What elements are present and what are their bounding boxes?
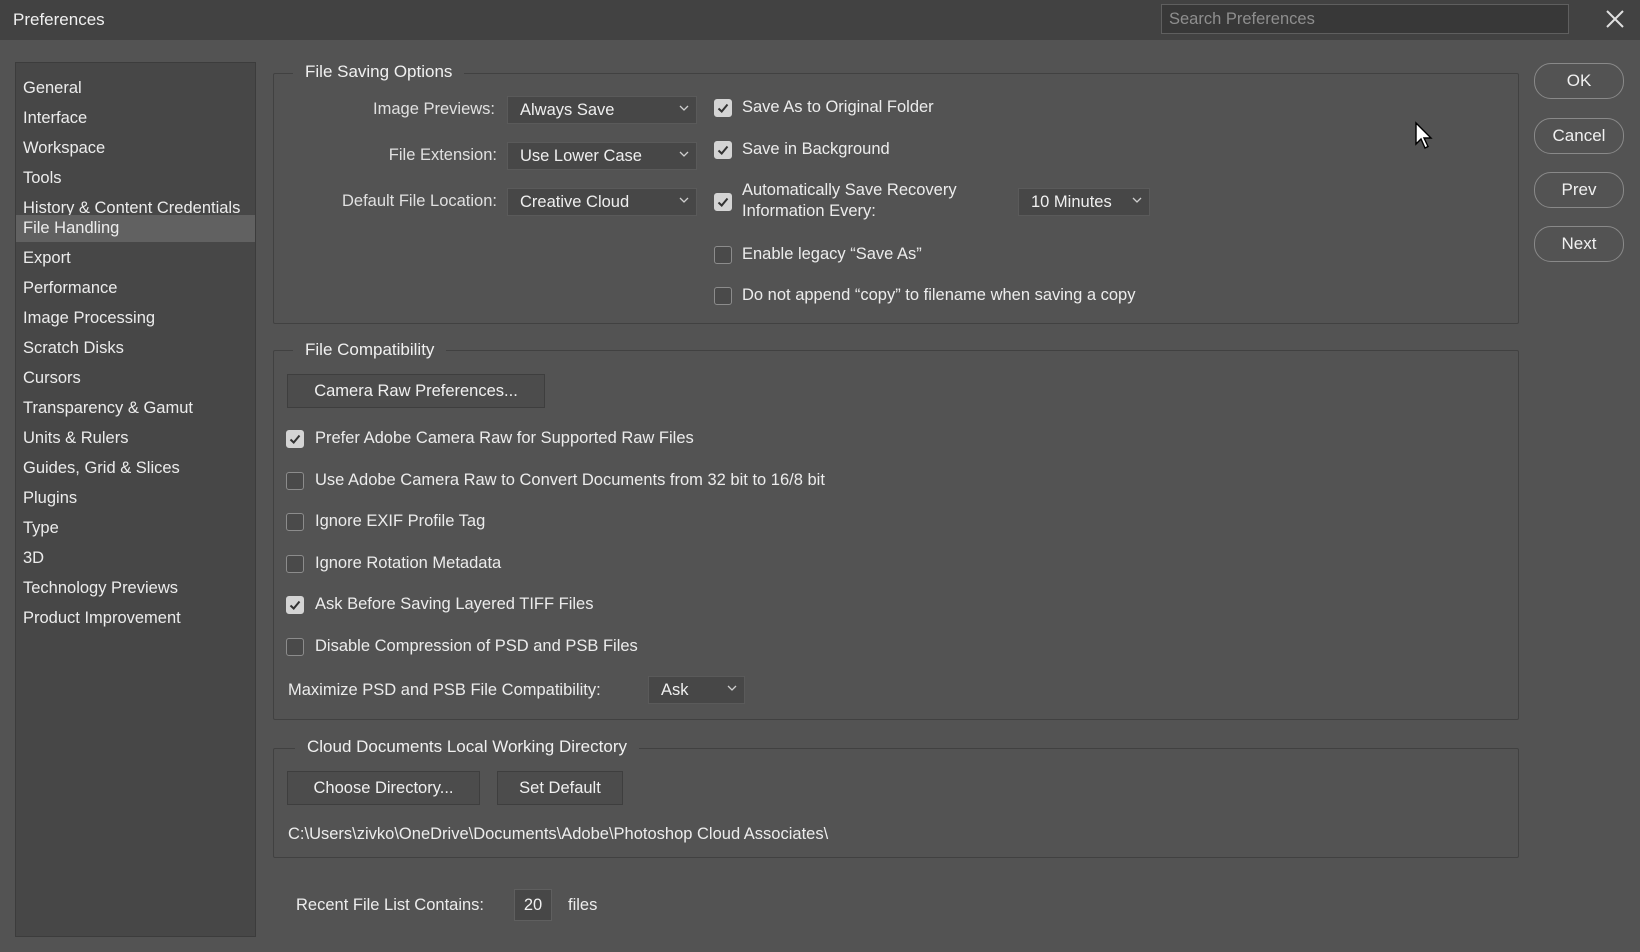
recovery-interval-select[interactable]: 10 Minutes [1018, 188, 1150, 216]
no-append-copy-label: Do not append “copy” to filename when sa… [742, 286, 1136, 304]
save-background-label: Save in Background [742, 140, 890, 158]
chevron-down-icon [679, 197, 689, 203]
next-button[interactable]: Next [1534, 226, 1624, 262]
file-extension-label: File Extension: [388, 146, 497, 164]
file-extension-select[interactable]: Use Lower Case [507, 142, 697, 170]
sidebar-item-3d[interactable]: 3D [16, 545, 255, 572]
sidebar-item-general[interactable]: General [16, 75, 255, 102]
sidebar-item-tools[interactable]: Tools [16, 165, 255, 192]
default-location-value: Creative Cloud [520, 193, 630, 211]
choose-directory-button[interactable]: Choose Directory... [287, 771, 480, 805]
convert-32bit-checkbox[interactable] [286, 472, 304, 490]
cloud-documents-legend: Cloud Documents Local Working Directory [295, 737, 639, 757]
ok-button[interactable]: OK [1534, 63, 1624, 99]
set-default-button[interactable]: Set Default [497, 771, 623, 805]
disable-compression-label: Disable Compression of PSD and PSB Files [315, 637, 638, 655]
sidebar-item-guides[interactable]: Guides, Grid & Slices [16, 455, 255, 482]
auto-recovery-label-line2: Information Every: [742, 202, 876, 220]
chevron-down-icon [727, 685, 737, 691]
image-previews-label: Image Previews: [373, 100, 495, 118]
sidebar-item-workspace[interactable]: Workspace [16, 135, 255, 162]
sidebar-item-product-improvement[interactable]: Product Improvement [16, 605, 255, 632]
default-location-label: Default File Location: [341, 192, 497, 210]
ignore-exif-checkbox[interactable] [286, 513, 304, 531]
sidebar-item-interface[interactable]: Interface [16, 105, 255, 132]
camera-raw-preferences-button[interactable]: Camera Raw Preferences... [287, 374, 545, 408]
checkmark-icon [289, 434, 301, 444]
checkmark-icon [717, 103, 729, 113]
cloud-directory-path: C:\Users\zivko\OneDrive\Documents\Adobe\… [288, 825, 829, 843]
sidebar-item-cursors[interactable]: Cursors [16, 365, 255, 392]
search-input[interactable] [1161, 4, 1569, 34]
ignore-rotation-checkbox[interactable] [286, 555, 304, 573]
auto-recovery-label-line1: Automatically Save Recovery [742, 181, 957, 199]
sidebar-item-scratch-disks[interactable]: Scratch Disks [16, 335, 255, 362]
legacy-save-as-label: Enable legacy “Save As” [742, 245, 922, 263]
no-append-copy-checkbox[interactable] [714, 287, 732, 305]
image-previews-select[interactable]: Always Save [507, 96, 697, 124]
maximize-compatibility-value: Ask [661, 681, 689, 699]
image-previews-value: Always Save [520, 101, 615, 119]
sidebar-item-technology-previews[interactable]: Technology Previews [16, 575, 255, 602]
sidebar-item-type[interactable]: Type [16, 515, 255, 542]
close-icon[interactable] [1600, 4, 1630, 34]
recent-files-label: Recent File List Contains: [296, 896, 485, 914]
prefer-camera-raw-checkbox[interactable] [286, 430, 304, 448]
prefer-camera-raw-label: Prefer Adobe Camera Raw for Supported Ra… [315, 429, 694, 447]
save-background-checkbox[interactable] [714, 141, 732, 159]
chevron-down-icon [679, 151, 689, 157]
maximize-compatibility-label: Maximize PSD and PSB File Compatibility: [288, 681, 601, 699]
sidebar-item-file-handling[interactable]: File Handling [16, 215, 255, 242]
ignore-exif-label: Ignore EXIF Profile Tag [315, 512, 486, 530]
disable-compression-checkbox[interactable] [286, 638, 304, 656]
convert-32bit-label: Use Adobe Camera Raw to Convert Document… [315, 471, 825, 489]
recent-files-suffix: files [568, 896, 598, 914]
window-title: Preferences [13, 10, 105, 29]
checkmark-icon [289, 600, 301, 610]
mouse-cursor-icon [1414, 121, 1436, 156]
chevron-down-icon [1132, 197, 1142, 203]
recent-files-count-input[interactable]: 20 [514, 889, 552, 921]
file-extension-value: Use Lower Case [520, 147, 642, 165]
maximize-compatibility-select[interactable]: Ask [648, 676, 745, 704]
sidebar-item-plugins[interactable]: Plugins [16, 485, 255, 512]
default-location-select[interactable]: Creative Cloud [507, 188, 697, 216]
sidebar-item-performance[interactable]: Performance [16, 275, 255, 302]
file-saving-legend: File Saving Options [293, 62, 465, 82]
sidebar-item-transparency[interactable]: Transparency & Gamut [16, 395, 255, 422]
chevron-down-icon [679, 105, 689, 111]
ask-layered-tiff-label: Ask Before Saving Layered TIFF Files [315, 595, 594, 613]
file-compatibility-legend: File Compatibility [293, 340, 447, 360]
sidebar-item-image-processing[interactable]: Image Processing [16, 305, 255, 332]
cancel-button[interactable]: Cancel [1534, 118, 1624, 154]
auto-recovery-checkbox[interactable] [714, 193, 732, 211]
checkmark-icon [717, 197, 729, 207]
checkmark-icon [717, 145, 729, 155]
sidebar-item-export[interactable]: Export [16, 245, 255, 272]
sidebar-item-units[interactable]: Units & Rulers [16, 425, 255, 452]
ignore-rotation-label: Ignore Rotation Metadata [315, 554, 502, 572]
recovery-interval-value: 10 Minutes [1031, 193, 1112, 211]
legacy-save-as-checkbox[interactable] [714, 246, 732, 264]
save-original-checkbox[interactable] [714, 99, 732, 117]
prev-button[interactable]: Prev [1534, 172, 1624, 208]
sidebar: General Interface Workspace Tools Histor… [15, 62, 256, 937]
ask-layered-tiff-checkbox[interactable] [286, 596, 304, 614]
save-original-label: Save As to Original Folder [742, 98, 934, 116]
